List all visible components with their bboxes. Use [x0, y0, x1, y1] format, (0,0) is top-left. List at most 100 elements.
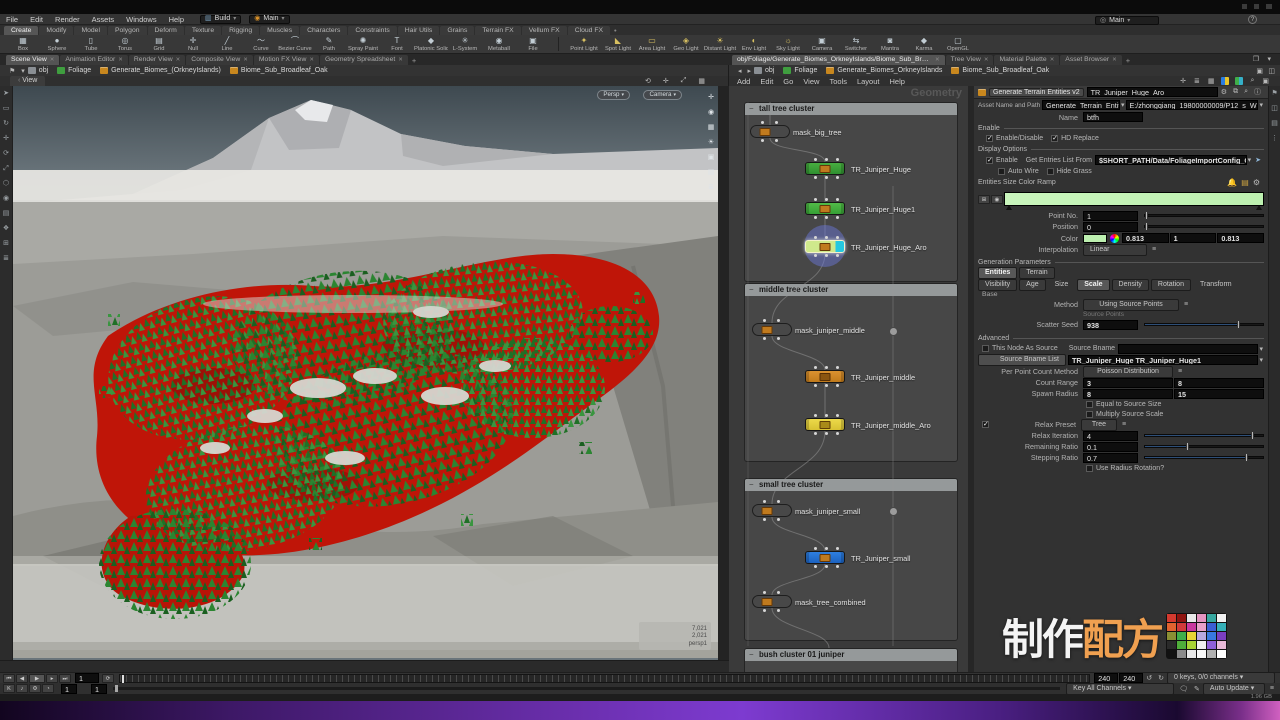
search-icon[interactable]: ⌕	[1247, 77, 1257, 85]
grid-icon[interactable]: ▦	[695, 77, 708, 85]
new-tab-icon[interactable]: +	[412, 56, 416, 65]
shelf-tab-vellum-fx[interactable]: Vellum FX	[522, 26, 567, 35]
menu-icon[interactable]: ≣	[0, 251, 12, 266]
tab-composite-view[interactable]: Composite View✕	[186, 55, 253, 65]
menu-icon[interactable]: ≡	[1267, 685, 1277, 692]
shelf-tab-polygon[interactable]: Polygon	[108, 26, 147, 35]
chevron-down-icon[interactable]: ▾	[1258, 356, 1264, 364]
info-icon[interactable]: ⓘ	[1251, 87, 1264, 97]
menu-help[interactable]: Help	[163, 14, 190, 25]
back-icon[interactable]: ◂	[735, 67, 745, 75]
snapshot-icon[interactable]: ▣	[705, 150, 717, 165]
shelf-tab-texture[interactable]: Texture	[185, 26, 221, 35]
shelf-tab-overflow-icon[interactable]: •	[614, 26, 617, 35]
multiply-source-scale-checkbox[interactable]	[1086, 411, 1093, 418]
interpolation-combo[interactable]: Linear	[1083, 244, 1147, 256]
shelf-tab-deform[interactable]: Deform	[148, 26, 184, 35]
network-editor[interactable]: Geometry tall tree cluster middle tree c…	[729, 86, 968, 672]
breadcrumb-biome-sub[interactable]: Biome_Sub_Broadleaf_Oak	[951, 67, 1049, 74]
relax-enable-checkbox[interactable]	[982, 421, 989, 428]
close-icon[interactable]: ✕	[984, 55, 989, 65]
gallery-icon[interactable]: ◫	[1265, 67, 1278, 75]
redo-icon[interactable]: ↻	[1155, 674, 1167, 682]
jump-end-button[interactable]: ⏭	[59, 674, 71, 683]
shelf-tab-characters[interactable]: Characters	[300, 26, 347, 35]
rotate-tool-icon[interactable]: ⟳	[0, 146, 12, 161]
breadcrumb-foliage[interactable]: Foliage	[783, 67, 817, 74]
json-path-field[interactable]: $SHORT_PATH/Data/FoliageImportConfig_Ork…	[1095, 155, 1247, 165]
close-icon[interactable]: ✕	[1050, 55, 1055, 65]
display-enable-checkbox[interactable]	[986, 157, 993, 164]
chevron-down-icon[interactable]: ▾	[1258, 345, 1264, 353]
menu-icon[interactable]: ≡	[1181, 301, 1191, 308]
shelf-tab-create[interactable]: Create	[4, 26, 38, 35]
tool-metaball[interactable]: ◉Metaball	[482, 36, 516, 52]
node-tr-juniper-huge1[interactable]	[805, 202, 845, 215]
viewport-canvas[interactable]: 7,021 2,021 persp1	[13, 86, 718, 660]
close-icon[interactable]: ✕	[1112, 55, 1117, 65]
tool-karma[interactable]: ◆Karma	[907, 36, 941, 52]
asset-path-field[interactable]: E:/zhongqiang_19800000009/P12_s_W3d_Rd_2…	[1126, 100, 1259, 110]
tab-tree-view[interactable]: Tree View✕	[946, 55, 994, 65]
color-r-field[interactable]: 0.813	[1122, 233, 1169, 243]
more-icon[interactable]: ⋮	[1269, 131, 1280, 146]
scale-tool-icon[interactable]: ⤢	[0, 161, 12, 176]
tool-file[interactable]: ▣File	[516, 36, 550, 52]
ramp-bar[interactable]	[1004, 192, 1264, 206]
node-tr-juniper-huge-aro[interactable]	[805, 240, 845, 253]
menu-icon[interactable]: ≡	[1119, 421, 1129, 428]
bell-icon[interactable]: 🔔	[1227, 178, 1237, 187]
select-tool-icon[interactable]: ➤	[0, 86, 12, 101]
menu-file[interactable]: File	[0, 14, 24, 25]
grid-icon[interactable]: ▦	[1205, 77, 1218, 85]
breadcrumb-biome-sub[interactable]: Biome_Sub_Broadleaf_Oak	[230, 67, 328, 74]
color-ramp-widget[interactable]: ⊞ ◉	[974, 188, 1268, 210]
equal-source-size-checkbox[interactable]	[1086, 401, 1093, 408]
net-menu-add[interactable]: Add	[737, 77, 750, 86]
tool-geo-light[interactable]: ◈Geo Light	[669, 36, 703, 52]
tool-env-light[interactable]: ◐Env Light	[737, 36, 771, 52]
shelf-tab-model[interactable]: Model	[74, 26, 107, 35]
tool-bezier[interactable]: ⌒Bezier Curve	[278, 36, 312, 52]
snapshot-icon[interactable]: ▣	[1253, 67, 1266, 75]
close-icon[interactable]: ✕	[398, 55, 403, 65]
display-options-icon[interactable]: ✛	[705, 90, 717, 105]
tool-path[interactable]: ✎Path	[312, 36, 346, 52]
pointer-icon[interactable]: ✛	[660, 77, 672, 85]
tool-area-light[interactable]: ▭Area Light	[635, 36, 669, 52]
tool-box[interactable]: ▦Box	[6, 36, 40, 52]
menu-render[interactable]: Render	[49, 14, 86, 25]
breadcrumb-generate-biomes[interactable]: Generate_Biomes_OrkneyIslands	[826, 67, 942, 74]
net-menu-edit[interactable]: Edit	[760, 77, 773, 86]
point-no-field[interactable]: 1	[1083, 211, 1138, 221]
asset-name-field[interactable]: Generate_Terrain_Entit...	[1042, 100, 1120, 110]
tool-torus[interactable]: ◎Torus	[108, 36, 142, 52]
subtab-size[interactable]: Size	[1048, 279, 1076, 291]
count-method-combo[interactable]: Poisson Distribution	[1083, 366, 1173, 378]
loop-mode-button[interactable]: ⟳	[102, 674, 114, 683]
add-icon[interactable]: ⊞	[0, 236, 12, 251]
tab-scene-view[interactable]: Scene View✕	[6, 55, 59, 65]
net-menu-layout[interactable]: Layout	[857, 77, 880, 86]
use-radius-rotation-checkbox[interactable]	[1086, 465, 1093, 472]
menu-icon[interactable]: ≡	[1175, 368, 1185, 375]
snap-icon[interactable]: ◉	[0, 191, 12, 206]
close-icon[interactable]: ✕	[118, 55, 123, 65]
view-menu-icon[interactable]: ≣	[705, 180, 717, 195]
node-mask-juniper-small[interactable]	[752, 504, 792, 517]
auto-update-combo[interactable]: Auto Update ▾	[1203, 683, 1265, 695]
pointer-icon[interactable]: ✛	[1177, 77, 1189, 85]
persp-selector[interactable]: Persp▾	[597, 90, 630, 100]
menu-icon[interactable]: ≡	[1149, 246, 1159, 253]
box-select-icon[interactable]: ▭	[0, 101, 12, 116]
subtab-transform[interactable]: Transform	[1193, 279, 1239, 291]
tool-lsystem[interactable]: ✳L-System	[448, 36, 482, 52]
node-tr-juniper-middle-aro[interactable]	[805, 418, 845, 431]
breadcrumb-generate-biomes[interactable]: Generate_Biomes_(OrkneyIslands)	[100, 67, 221, 74]
tool-switcher[interactable]: ⇆Switcher	[839, 36, 873, 52]
color-palette-icon[interactable]	[1235, 77, 1243, 85]
tab-geometry-spreadsheet[interactable]: Geometry Spreadsheet✕	[320, 55, 408, 65]
desktop-selector[interactable]: ▥ Build▾	[200, 15, 241, 24]
shelf-tab-modify[interactable]: Modify	[39, 26, 73, 35]
audio-button[interactable]: ♪	[16, 684, 28, 693]
